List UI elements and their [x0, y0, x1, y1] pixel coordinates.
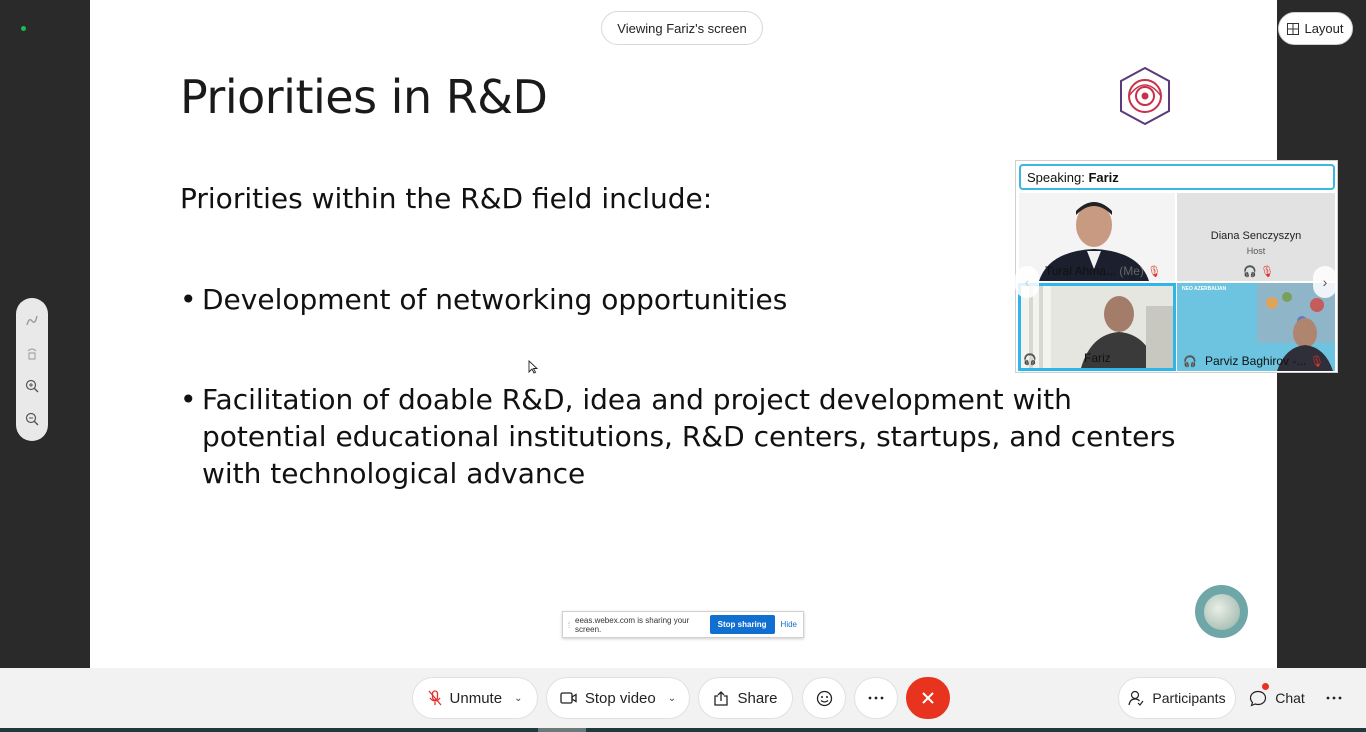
video-tile-parviz[interactable]: NEO AZERBAIJAN 🎧 Parviz Baghirov -... 🎙 [1177, 283, 1335, 371]
meeting-stage: Priorities in R&D Priorities within the … [0, 0, 1366, 668]
more-horizontal-icon [1326, 696, 1342, 700]
share-icon [714, 690, 729, 706]
participant-name-row: Parviz Baghirov -... 🎙 [1205, 354, 1324, 368]
stop-sharing-button[interactable]: Stop sharing [709, 615, 775, 634]
webex-assistant-button[interactable] [1195, 585, 1248, 638]
active-speaker-bar: Speaking: Fariz [1019, 164, 1335, 190]
hide-sharing-bar-button[interactable]: Hide [781, 620, 797, 629]
more-options-button[interactable] [854, 677, 898, 719]
previous-page-button[interactable]: ‹ [1015, 266, 1039, 298]
muted-mic-icon [428, 690, 442, 706]
bullet-glyph: • [180, 383, 197, 416]
close-icon [922, 692, 934, 704]
tile-banner-text: NEO AZERBAIJAN [1182, 286, 1227, 292]
share-button[interactable]: Share [698, 677, 793, 719]
video-tile-tural[interactable]: Tural Ahma... (Me) 🎙 [1019, 193, 1175, 281]
screen-sharing-bar: ⁞ eeas.webex.com is sharing your screen.… [562, 611, 804, 638]
pen-icon [26, 316, 38, 326]
headset-icon: 🎧 [1183, 356, 1197, 368]
next-page-button[interactable]: › [1313, 266, 1337, 298]
chat-bubble-icon [1250, 690, 1267, 707]
muted-mic-icon: 🎙 [1309, 356, 1324, 368]
zoom-in-tool[interactable] [22, 376, 42, 396]
grid-layout-icon [1287, 22, 1300, 35]
layout-button[interactable]: Layout [1278, 12, 1353, 45]
person-icon [1128, 690, 1144, 706]
bullet-glyph: • [180, 283, 197, 316]
viewing-screen-indicator: Viewing Fariz's screen [601, 11, 763, 45]
video-label: Stop video [584, 689, 656, 707]
participants-label: Participants [1152, 690, 1226, 706]
video-camera-icon [560, 692, 577, 704]
participant-name: Parviz Baghirov -... [1205, 354, 1307, 368]
stop-video-button[interactable]: Stop video ⌄ [546, 677, 690, 719]
participant-name: Fariz [1084, 351, 1111, 365]
video-tile-diana[interactable]: Diana Senczyszyn Host 🎧 🎙 [1177, 193, 1335, 281]
zoom-out-tool[interactable] [22, 409, 42, 429]
active-speaker-name: Fariz [1088, 170, 1119, 185]
sharing-message: eeas.webex.com is sharing your screen. [575, 615, 690, 634]
panel-options-button[interactable] [1318, 677, 1350, 719]
speaking-prefix: Speaking: [1027, 170, 1085, 185]
participant-video-panel: Speaking: Fariz Tural Ahma... (Me) 🎙 Dia… [1015, 160, 1338, 373]
share-label: Share [737, 689, 778, 707]
chevron-down-icon[interactable]: ⌄ [514, 693, 522, 704]
reactions-button[interactable] [802, 677, 846, 719]
leave-meeting-button[interactable] [906, 677, 950, 719]
zoom-in-icon [25, 379, 39, 393]
assistant-orb-icon [1203, 593, 1240, 630]
participants-button[interactable]: Participants [1118, 677, 1236, 719]
signal-icon [27, 348, 37, 360]
headset-icon: 🎧 [1023, 354, 1037, 366]
participant-role: Host [1246, 246, 1266, 256]
chat-button[interactable]: Chat [1238, 677, 1316, 719]
slide-bullet: • Facilitation of doable R&D, idea and p… [180, 381, 1180, 492]
bullet-text: Facilitation of doable R&D, idea and pro… [202, 383, 1176, 490]
muted-mic-icon: 🎙 [1147, 266, 1162, 278]
drag-handle-icon[interactable]: ⁞ [563, 620, 575, 630]
connection-status-indicator [21, 26, 26, 31]
video-tile-fariz[interactable]: 🎧 Fariz [1018, 283, 1176, 371]
mouse-cursor-icon [528, 360, 538, 374]
smiley-icon [816, 690, 832, 706]
unmute-label: Unmute [449, 689, 503, 707]
annotation-toolbar [16, 298, 48, 441]
taskbar-segment [538, 728, 586, 732]
layout-label: Layout [1304, 21, 1344, 36]
more-horizontal-icon [868, 696, 884, 700]
chevron-down-icon[interactable]: ⌄ [668, 693, 676, 704]
chevron-left-icon: ‹ [1024, 274, 1030, 290]
participant-self-tag: (Me) [1119, 264, 1144, 278]
participant-name-row: Tural Ahma... (Me) 🎙 [1045, 264, 1161, 278]
slide-intro: Priorities within the R&D field include: [180, 182, 713, 215]
organization-logo-icon [1120, 66, 1170, 126]
headset-icon: 🎧 [1243, 266, 1257, 278]
slide-title: Priorities in R&D [180, 70, 548, 124]
unmute-button[interactable]: Unmute ⌄ [412, 677, 538, 719]
annotate-pen-tool[interactable] [22, 310, 42, 330]
meeting-control-bar: Unmute ⌄ Stop video ⌄ Share Participants… [0, 668, 1366, 728]
taskbar-strip [0, 728, 1366, 732]
remote-control-tool[interactable] [22, 343, 42, 363]
participant-status-row: 🎧 🎙 [1243, 264, 1274, 278]
chevron-right-icon: › [1322, 274, 1328, 290]
participant-name: Tural Ahma... [1045, 264, 1116, 278]
zoom-out-icon [25, 412, 39, 426]
muted-mic-icon: 🎙 [1260, 266, 1275, 278]
chat-label: Chat [1275, 690, 1305, 706]
participant-name: Diana Senczyszyn [1210, 230, 1302, 242]
unread-indicator [1262, 683, 1269, 690]
